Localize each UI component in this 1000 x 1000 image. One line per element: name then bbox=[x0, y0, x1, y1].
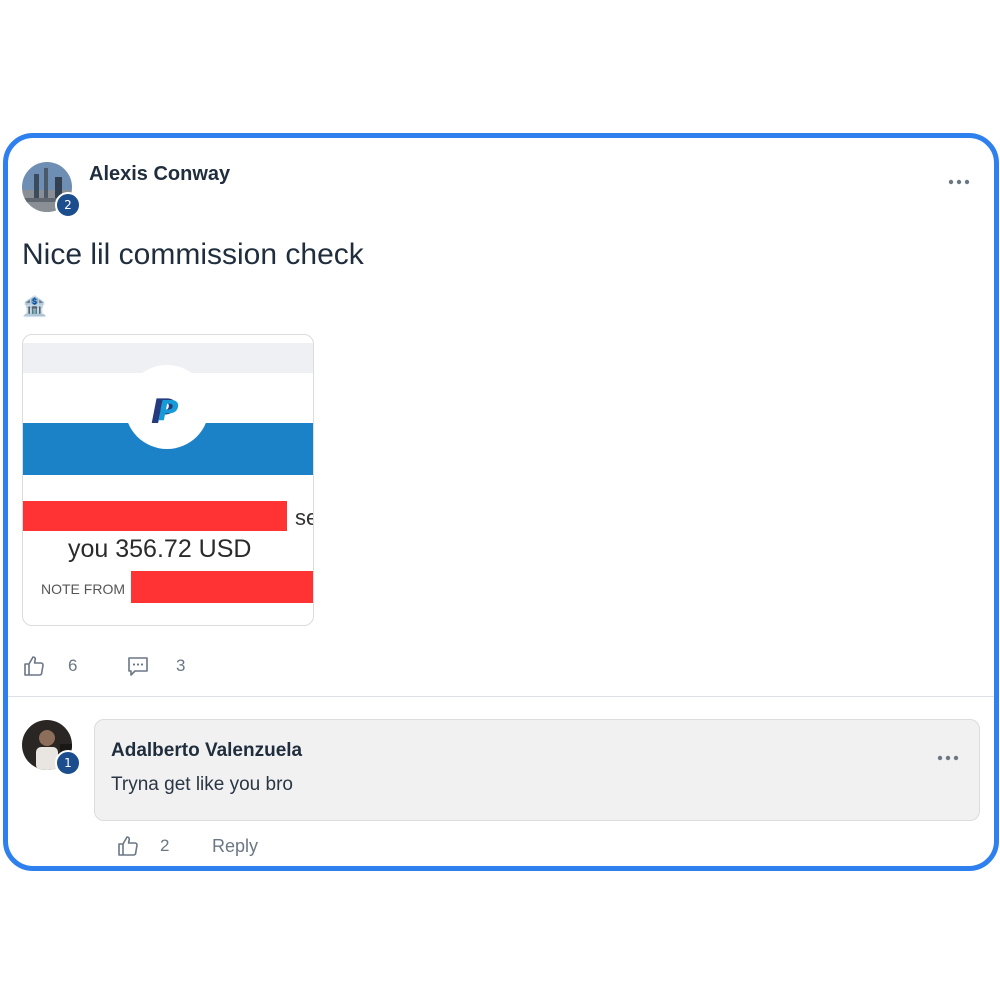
thumbs-up-icon bbox=[24, 656, 44, 676]
post-comment-count: 3 bbox=[176, 656, 186, 675]
post-image[interactable]: P P se you 356.72 USD NOTE FROM bbox=[22, 334, 314, 626]
svg-text:P: P bbox=[158, 394, 179, 427]
post-author-name[interactable]: Alexis Conway bbox=[89, 163, 230, 186]
thumbs-up-icon bbox=[118, 836, 138, 856]
post-like-count: 6 bbox=[68, 656, 78, 675]
comment-like-count: 2 bbox=[160, 836, 170, 855]
post-author-badge: 2 bbox=[55, 192, 81, 218]
note-from-label: NOTE FROM bbox=[41, 581, 125, 597]
paypal-logo-circle: P P bbox=[125, 365, 209, 449]
comment-reply-button[interactable]: Reply bbox=[212, 836, 258, 857]
post-title: Nice lil commission check bbox=[22, 238, 364, 271]
redacted-note-bar bbox=[131, 571, 313, 603]
comment-bubble: Adalberto Valenzuela Tryna get like you … bbox=[94, 719, 980, 821]
image-line1-tail: se bbox=[295, 505, 313, 530]
payment-amount-text: you 356.72 USD bbox=[68, 535, 252, 563]
post-divider bbox=[8, 696, 994, 697]
comment-author-name[interactable]: Adalberto Valenzuela bbox=[111, 740, 302, 762]
post-like-button[interactable]: 6 bbox=[22, 654, 77, 678]
post-more-icon[interactable] bbox=[948, 168, 970, 191]
comment-icon bbox=[128, 657, 148, 676]
comment-more-icon[interactable] bbox=[937, 748, 959, 766]
paypal-logo-icon: P P bbox=[151, 392, 179, 432]
post-comment-button[interactable]: 3 bbox=[126, 654, 185, 678]
post-card: 2 Alexis Conway Nice lil commission chec… bbox=[3, 133, 999, 871]
comment-text: Tryna get like you bro bbox=[111, 774, 293, 795]
bank-emoji: 🏦 bbox=[22, 296, 47, 318]
comment-like-button[interactable]: 2 bbox=[116, 834, 169, 858]
comment-author-badge: 1 bbox=[55, 750, 81, 776]
redacted-sender-bar bbox=[23, 501, 287, 531]
